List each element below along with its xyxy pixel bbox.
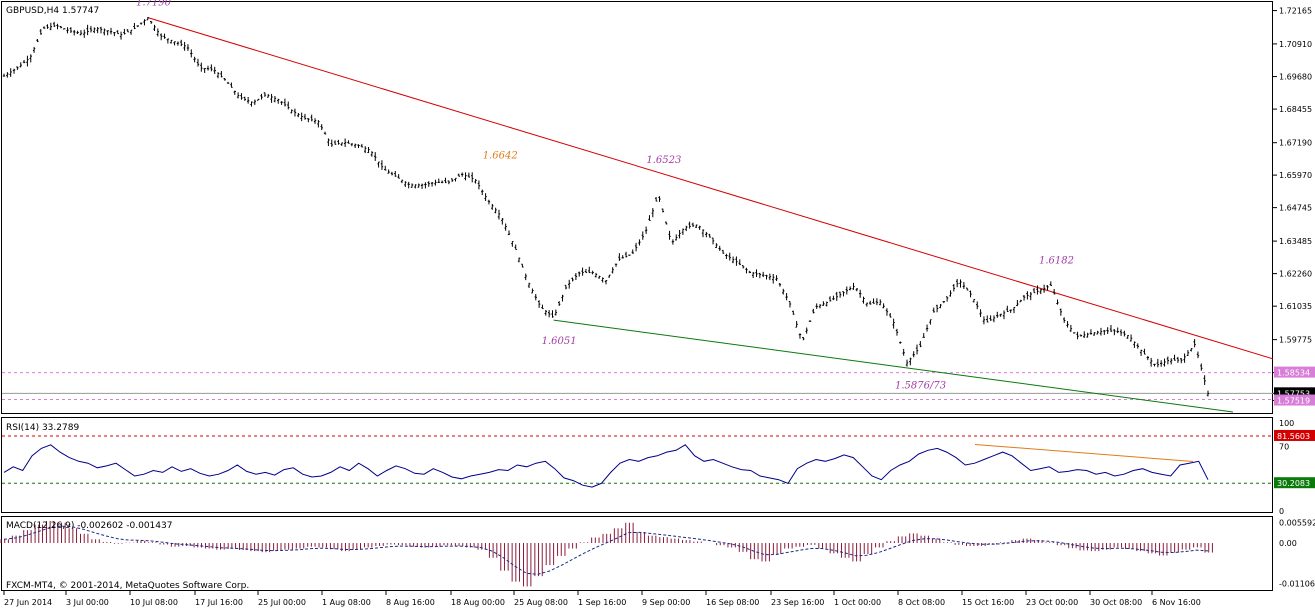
macd-axis-label: -0.011065 xyxy=(1279,580,1315,589)
swing-price-label: 1.6642 xyxy=(483,150,518,161)
price-tag-text: 1.58534 xyxy=(1277,369,1310,378)
swing-price-label: 1.5876/73 xyxy=(895,381,946,392)
mt4-chart-window[interactable]: 1.71901.6642 1.65231.61821.60511.5876/73 … xyxy=(0,0,1315,610)
rsi-level-text: 30.2083 xyxy=(1277,479,1310,488)
copyright-text: FXCM-MT4, © 2001-2014, MetaQuotes Softwa… xyxy=(6,581,249,591)
time-axis-label: 9 Sep 00:00 xyxy=(642,598,690,607)
rsi-axis-label: 0 xyxy=(1279,507,1284,516)
macd-pane[interactable] xyxy=(1,516,1273,591)
time-axis-label: 25 Aug 08:00 xyxy=(514,598,568,607)
rsi-axis-label: 100 xyxy=(1279,419,1294,428)
time-axis-label: 25 Jul 00:00 xyxy=(258,598,306,607)
price-axis-label: 1.67190 xyxy=(1279,139,1312,148)
rsi-pane[interactable] xyxy=(1,417,1273,513)
price-axis-label: 1.68455 xyxy=(1279,105,1312,114)
time-axis-label: 1 Oct 00:00 xyxy=(834,598,881,607)
price-tag-text: 1.57519 xyxy=(1277,397,1310,406)
time-axis-label: 17 Jul 16:00 xyxy=(195,598,243,607)
time-axis-label: 10 Jul 08:00 xyxy=(130,598,178,607)
time-axis-label: 23 Oct 00:00 xyxy=(1026,598,1078,607)
time-axis-label: 1 Aug 08:00 xyxy=(322,598,371,607)
price-pane[interactable] xyxy=(1,1,1273,414)
time-axis-label: 16 Sep 08:00 xyxy=(706,598,759,607)
price-axis-label: 1.65970 xyxy=(1279,171,1312,180)
rsi-level-text: 81.5603 xyxy=(1277,432,1310,441)
time-axis-label: 23 Sep 16:00 xyxy=(771,598,824,607)
time-axis-label: 18 Aug 00:00 xyxy=(451,598,505,607)
price-axis-label: 1.70910 xyxy=(1279,40,1312,49)
price-axis-label: 1.63485 xyxy=(1279,237,1312,246)
price-axis-label: 1.64745 xyxy=(1279,204,1312,213)
price-axis-label: 1.61035 xyxy=(1279,302,1312,311)
time-axis-label: 30 Oct 08:00 xyxy=(1090,598,1142,607)
swing-price-label: 1.6182 xyxy=(1039,255,1074,266)
macd-axis-label: 0.00 xyxy=(1279,539,1297,548)
time-axis-label: 3 Jul 00:00 xyxy=(66,598,109,607)
time-axis-label: 15 Oct 16:00 xyxy=(962,598,1014,607)
time-axis-label: 1 Sep 16:00 xyxy=(578,598,626,607)
time-axis-label: 8 Aug 16:00 xyxy=(386,598,435,607)
price-axis-label: 1.59775 xyxy=(1279,336,1312,345)
rsi-title: RSI(14) 33.2789 xyxy=(6,423,79,433)
time-axis-label: 6 Nov 16:00 xyxy=(1152,598,1201,607)
macd-title: MACD(12,26,9) -0.002602 -0.001437 xyxy=(6,521,172,531)
price-axis-label: 1.62260 xyxy=(1279,270,1312,279)
swing-price-label: 1.6523 xyxy=(646,155,681,166)
chart-title: GBPUSD,H4 1.57747 xyxy=(6,6,99,16)
time-axis-label: 27 Jun 2014 xyxy=(4,598,52,607)
swing-price-label: 1.6051 xyxy=(542,336,577,347)
swing-price-label: 1.7190 xyxy=(136,0,172,9)
price-axis-label: 1.72165 xyxy=(1279,7,1312,16)
rsi-axis-label: 70 xyxy=(1279,443,1289,452)
time-axis: 27 Jun 2014 3 Jul 00:00 10 Jul 08:00 17 Jul… xyxy=(3,591,1201,607)
time-axis-label: 8 Oct 08:00 xyxy=(898,598,945,607)
macd-axis-label: 0.005592 xyxy=(1279,518,1315,527)
price-axis-label: 1.69680 xyxy=(1279,73,1312,82)
